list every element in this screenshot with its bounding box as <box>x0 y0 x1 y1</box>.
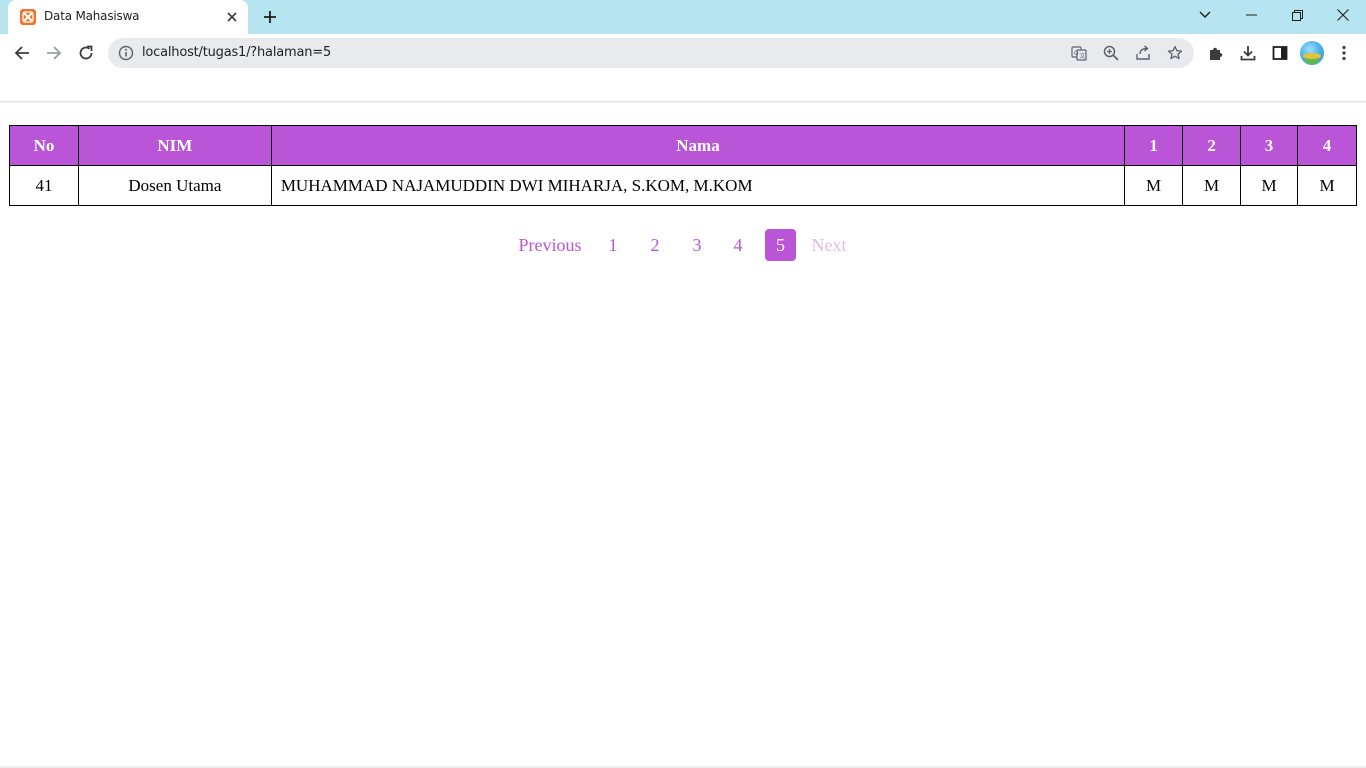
previous-link[interactable]: Previous <box>511 229 589 261</box>
header-3: 3 <box>1240 125 1298 166</box>
address-bar[interactable]: localhost/tugas1/?halaman=5 G文 <box>108 38 1194 68</box>
header-nim: NIM <box>77 125 272 166</box>
page-link-1[interactable]: 1 <box>598 229 628 261</box>
page-link-4[interactable]: 4 <box>723 229 753 261</box>
close-icon[interactable] <box>224 9 240 25</box>
kebab-menu-icon[interactable] <box>1333 42 1355 64</box>
back-arrow-icon[interactable] <box>7 38 37 68</box>
browser-tab-strip: Data Mahasiswa <box>0 0 1366 34</box>
star-icon[interactable] <box>1165 43 1185 63</box>
minimize-icon[interactable] <box>1228 0 1274 30</box>
browser-toolbar: localhost/tugas1/?halaman=5 G文 <box>0 34 1366 72</box>
page-link-2[interactable]: 2 <box>640 229 670 261</box>
chevron-down-icon[interactable] <box>1182 0 1228 30</box>
cell-3: M <box>1240 165 1298 206</box>
cell-nama: MUHAMMAD NAJAMUDDIN DWI MIHARJA, S.KOM, … <box>270 165 1126 206</box>
cell-1: M <box>1124 165 1184 206</box>
mahasiswa-table: No NIM Nama 1 2 3 4 41 Dosen Utama MUHAM… <box>9 125 1357 206</box>
cell-2: M <box>1182 165 1242 206</box>
window-close-icon[interactable] <box>1320 0 1366 30</box>
page-link-3[interactable]: 3 <box>682 229 712 261</box>
header-no: No <box>9 125 79 166</box>
header-2: 2 <box>1182 125 1242 166</box>
download-icon[interactable] <box>1237 42 1259 64</box>
info-icon[interactable] <box>118 45 134 61</box>
header-1: 1 <box>1124 125 1184 166</box>
plus-icon[interactable] <box>260 7 280 27</box>
share-icon[interactable] <box>1133 43 1153 63</box>
table-row: 41 Dosen Utama MUHAMMAD NAJAMUDDIN DWI M… <box>9 165 1357 206</box>
horizontal-rule <box>0 101 1366 103</box>
next-link: Next <box>811 235 847 255</box>
pagination: Previous 1 2 3 4 5 Next <box>0 229 1366 261</box>
header-nama: Nama <box>270 125 1126 166</box>
browser-tab[interactable]: Data Mahasiswa <box>8 0 248 34</box>
header-4: 4 <box>1297 125 1357 166</box>
zoom-icon[interactable] <box>1101 43 1121 63</box>
sidepanel-icon[interactable] <box>1269 42 1291 64</box>
forward-arrow-icon[interactable] <box>39 38 69 68</box>
table-header-row: No NIM Nama 1 2 3 4 <box>9 125 1357 166</box>
puzzle-icon[interactable] <box>1205 42 1227 64</box>
reload-icon[interactable] <box>71 38 101 68</box>
url-text[interactable]: localhost/tugas1/?halaman=5 <box>142 45 331 60</box>
page-content: No NIM Nama 1 2 3 4 41 Dosen Utama MUHAM… <box>0 72 1366 768</box>
xampp-favicon-icon <box>20 9 36 25</box>
tab-title: Data Mahasiswa <box>44 9 140 23</box>
cell-nim: Dosen Utama <box>77 165 272 206</box>
restore-icon[interactable] <box>1274 0 1320 30</box>
cell-no: 41 <box>9 165 79 206</box>
page-link-5-current[interactable]: 5 <box>765 229 796 261</box>
profile-avatar[interactable] <box>1300 41 1324 65</box>
svg-text:G: G <box>1074 50 1079 57</box>
translate-icon[interactable]: G文 <box>1069 43 1089 63</box>
svg-text:文: 文 <box>1080 52 1086 60</box>
cell-4: M <box>1297 165 1357 206</box>
